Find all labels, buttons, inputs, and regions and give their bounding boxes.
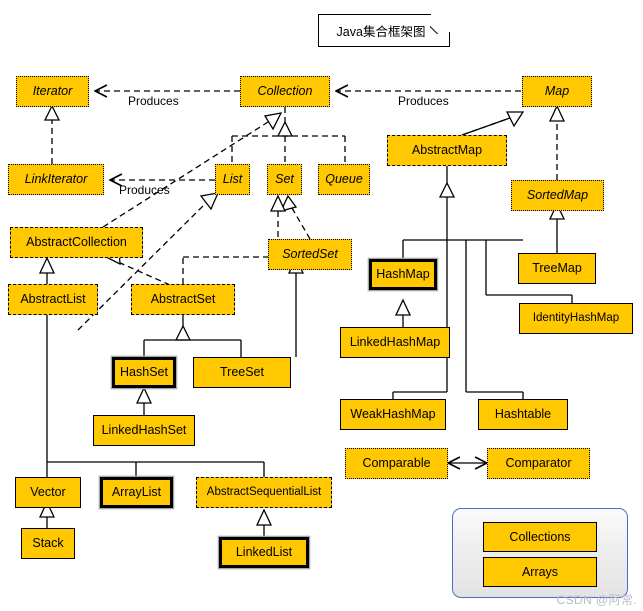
node-iterator[interactable]: Iterator bbox=[16, 76, 89, 107]
node-abstractlist[interactable]: AbstractList bbox=[8, 284, 98, 315]
node-linkedhashmap[interactable]: LinkedHashMap bbox=[340, 327, 450, 358]
node-collections[interactable]: Collections bbox=[483, 522, 597, 552]
node-arraylist[interactable]: ArrayList bbox=[100, 477, 173, 508]
node-abstractset[interactable]: AbstractSet bbox=[131, 284, 235, 315]
node-hashset[interactable]: HashSet bbox=[112, 357, 176, 388]
node-comparable[interactable]: Comparable bbox=[345, 448, 448, 479]
node-set[interactable]: Set bbox=[267, 164, 302, 195]
node-weakhashmap[interactable]: WeakHashMap bbox=[340, 399, 446, 430]
edge-label-produces-iterator: Produces bbox=[128, 94, 179, 108]
edge-label-produces-linkiterator: Produces bbox=[119, 183, 170, 197]
note-fold-line bbox=[430, 13, 451, 34]
node-comparator[interactable]: Comparator bbox=[487, 448, 590, 479]
node-abstractmap[interactable]: AbstractMap bbox=[387, 135, 507, 166]
node-linkedhashset[interactable]: LinkedHashSet bbox=[93, 415, 195, 446]
node-arrays[interactable]: Arrays bbox=[483, 557, 597, 587]
node-sortedset[interactable]: SortedSet bbox=[268, 239, 352, 270]
node-collection[interactable]: Collection bbox=[240, 76, 330, 107]
node-hashmap[interactable]: HashMap bbox=[369, 259, 437, 290]
node-identityhashmap[interactable]: IdentityHashMap bbox=[519, 303, 633, 334]
node-abstractsequentiallist[interactable]: AbstractSequentialList bbox=[196, 477, 332, 508]
node-linkiterator[interactable]: LinkIterator bbox=[8, 164, 104, 195]
node-queue[interactable]: Queue bbox=[318, 164, 370, 195]
edge-label-produces-collection: Produces bbox=[398, 94, 449, 108]
csdn-watermark: CSDN @阿常. bbox=[556, 593, 637, 607]
node-treemap[interactable]: TreeMap bbox=[518, 253, 596, 284]
node-abstractcollection[interactable]: AbstractCollection bbox=[10, 227, 143, 258]
diagram-title-note: Java集合框架图 bbox=[318, 14, 450, 47]
node-list[interactable]: List bbox=[215, 164, 250, 195]
node-stack[interactable]: Stack bbox=[21, 528, 75, 559]
node-treeset[interactable]: TreeSet bbox=[193, 357, 291, 388]
node-sortedmap[interactable]: SortedMap bbox=[511, 180, 604, 211]
node-vector[interactable]: Vector bbox=[15, 477, 81, 508]
node-linkedlist[interactable]: LinkedList bbox=[219, 537, 309, 568]
diagram-canvas: Java集合框架图 Produces Produces Produces Ite… bbox=[0, 0, 643, 611]
node-map[interactable]: Map bbox=[522, 76, 592, 107]
node-hashtable[interactable]: Hashtable bbox=[478, 399, 568, 430]
